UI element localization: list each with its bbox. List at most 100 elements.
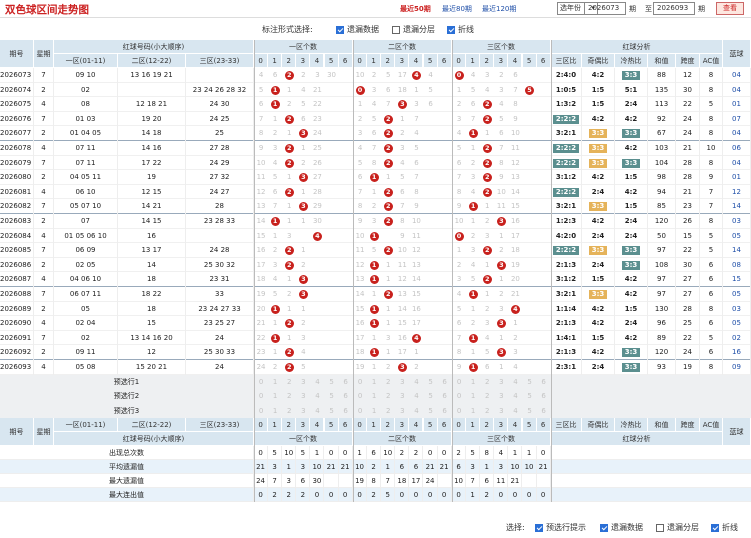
link-recent-120[interactable]: 最近120期 — [482, 4, 516, 14]
miss-cell: 21 — [312, 85, 322, 94]
preselect-digit[interactable]: 2 — [381, 389, 395, 404]
preselect-digit[interactable]: 1 — [367, 404, 381, 419]
ac-value: 8 — [700, 301, 723, 317]
preselect-digit[interactable]: 4 — [310, 375, 324, 390]
preselect-digit[interactable]: 2 — [381, 404, 395, 419]
preselect-digit[interactable]: 6 — [339, 404, 353, 419]
preselect-digit[interactable]: 5 — [325, 389, 339, 404]
preselect-digit[interactable]: 3 — [494, 389, 508, 404]
preselect-digit[interactable]: 6 — [438, 375, 452, 390]
blue-ball: 05 — [723, 316, 751, 331]
checkbox-icon[interactable] — [600, 523, 608, 532]
checkbox-icon[interactable] — [656, 523, 664, 532]
preselect-digit[interactable]: 5 — [424, 375, 438, 390]
option-miss-layer[interactable]: 遗漏分层 — [392, 24, 435, 35]
preselect-digit[interactable]: 4 — [310, 404, 324, 419]
preselect-digit[interactable]: 3 — [395, 375, 409, 390]
miss-cell: 3 — [485, 231, 490, 240]
preselect-digit[interactable]: 3 — [296, 375, 310, 390]
preselect-digit[interactable]: 1 — [268, 389, 282, 404]
preselect-digit[interactable]: 5 — [325, 375, 339, 390]
preselect-digit[interactable]: 6 — [537, 375, 551, 390]
option-preselect-hint[interactable]: 预选行提示 — [535, 522, 586, 533]
preselect-digit[interactable]: 1 — [367, 375, 381, 390]
footer-header-digit: 1 — [268, 418, 283, 433]
from-issue-input[interactable]: 2026073 — [584, 2, 626, 15]
zone2-numbers: 12 — [118, 345, 186, 360]
preselect-digit[interactable]: 0 — [353, 389, 367, 404]
query-button[interactable]: 查看 — [716, 2, 744, 15]
preselect-digit[interactable]: 6 — [339, 375, 353, 390]
checkbox-icon[interactable] — [535, 523, 543, 532]
miss-cell: 8 — [357, 202, 363, 211]
preselect-digit[interactable]: 0 — [254, 389, 268, 404]
preselect-digit[interactable]: 5 — [523, 404, 537, 419]
miss-cell — [339, 272, 353, 287]
checkbox-icon[interactable] — [336, 25, 344, 34]
preselect-digit[interactable]: 1 — [466, 375, 480, 390]
preselect-digit[interactable]: 0 — [452, 375, 466, 390]
preselect-digit[interactable]: 3 — [395, 404, 409, 419]
miss-cell — [339, 316, 353, 331]
preselect-digit[interactable]: 5 — [325, 404, 339, 419]
preselect-digit[interactable]: 2 — [282, 404, 296, 419]
preselect-digit[interactable]: 0 — [452, 389, 466, 404]
preselect-digit[interactable]: 4 — [409, 375, 423, 390]
checkbox-icon[interactable] — [392, 25, 400, 34]
checkbox-icon[interactable] — [447, 25, 455, 34]
preselect-digit[interactable]: 6 — [537, 404, 551, 419]
miss-cell: 1 — [485, 260, 490, 269]
preselect-digit[interactable]: 0 — [452, 404, 466, 419]
preselect-digit[interactable]: 6 — [438, 389, 452, 404]
header-digit: 6 — [437, 54, 452, 68]
preselect-digit[interactable]: 5 — [523, 389, 537, 404]
preselect-digit[interactable]: 0 — [353, 404, 367, 419]
preselect-digit[interactable]: 4 — [508, 404, 522, 419]
preselect-digit[interactable]: 2 — [480, 389, 494, 404]
preselect-digit[interactable]: 4 — [409, 404, 423, 419]
checkbox-icon[interactable] — [711, 523, 719, 532]
preselect-digit[interactable]: 3 — [296, 404, 310, 419]
hot-cold: 3:3 — [615, 360, 648, 375]
preselect-digit[interactable]: 1 — [268, 404, 282, 419]
preselect-digit[interactable]: 3 — [395, 389, 409, 404]
preselect-digit[interactable]: 1 — [367, 389, 381, 404]
option-miss-data-bottom[interactable]: 遗漏数据 — [600, 522, 643, 533]
preselect-digit[interactable]: 0 — [254, 375, 268, 390]
preselect-digit[interactable]: 2 — [480, 404, 494, 419]
preselect-digit[interactable]: 1 — [466, 404, 480, 419]
preselect-digit[interactable]: 2 — [282, 375, 296, 390]
preselect-digit[interactable]: 0 — [353, 375, 367, 390]
preselect-digit[interactable]: 4 — [310, 389, 324, 404]
option-miss-layer-bottom[interactable]: 遗漏分层 — [656, 522, 699, 533]
option-polyline-bottom[interactable]: 折线 — [711, 522, 738, 533]
option-polyline[interactable]: 折线 — [447, 24, 474, 35]
preselect-digit[interactable]: 5 — [424, 404, 438, 419]
link-recent-80[interactable]: 最近80期 — [442, 4, 472, 14]
preselect-digit[interactable]: 3 — [494, 375, 508, 390]
preselect-digit[interactable]: 3 — [296, 389, 310, 404]
preselect-digit[interactable]: 0 — [254, 404, 268, 419]
link-recent-50[interactable]: 最近50期 — [400, 4, 431, 14]
preselect-digit[interactable]: 2 — [381, 375, 395, 390]
preselect-digit[interactable]: 2 — [282, 389, 296, 404]
preselect-digit[interactable]: 1 — [466, 389, 480, 404]
preselect-digit[interactable]: 4 — [508, 389, 522, 404]
preselect-digit[interactable]: 3 — [494, 404, 508, 419]
blue-ball: 04 — [723, 126, 751, 141]
preselect-digit[interactable]: 4 — [409, 389, 423, 404]
preselect-digit[interactable]: 6 — [339, 389, 353, 404]
preselect-digit[interactable]: 6 — [537, 389, 551, 404]
preselect-digit[interactable]: 1 — [268, 375, 282, 390]
preselect-digit[interactable]: 5 — [424, 389, 438, 404]
preselect-digit[interactable]: 6 — [438, 404, 452, 419]
to-issue-input[interactable]: 2026093 — [653, 2, 695, 15]
preselect-digit[interactable]: 2 — [480, 375, 494, 390]
miss-cell — [438, 126, 452, 141]
miss-cell: 5 — [357, 158, 363, 167]
sum-value: 98 — [648, 170, 676, 185]
miss-cell: 7 — [357, 187, 363, 196]
preselect-digit[interactable]: 4 — [508, 375, 522, 390]
option-miss-data[interactable]: 遗漏数据 — [336, 24, 379, 35]
preselect-digit[interactable]: 5 — [523, 375, 537, 390]
